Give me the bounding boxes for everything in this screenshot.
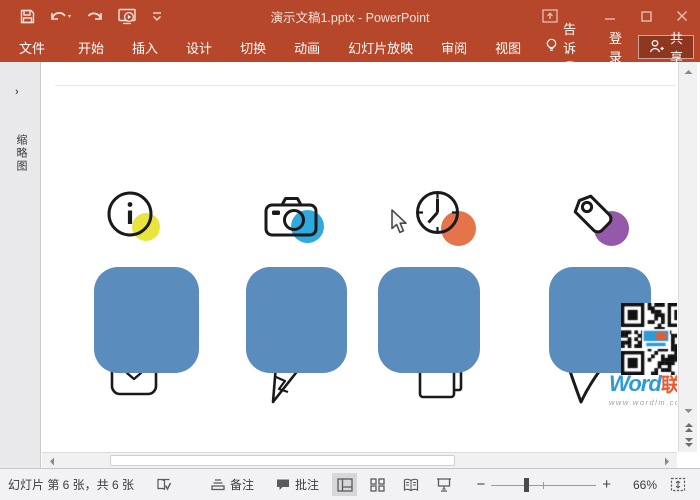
- tag-icon[interactable]: [569, 190, 621, 242]
- tab-review[interactable]: 审阅: [427, 32, 481, 62]
- horizontal-scroll-thumb[interactable]: [110, 455, 455, 466]
- expand-chevron-icon[interactable]: ›: [15, 86, 19, 98]
- save-icon[interactable]: [20, 9, 35, 24]
- notes-button[interactable]: 备注: [211, 476, 254, 493]
- present-from-start-icon[interactable]: [118, 8, 138, 25]
- horizontal-scrollbar[interactable]: [42, 452, 677, 468]
- tab-slideshow[interactable]: 幻灯片放映: [334, 32, 427, 62]
- view-sorter-button[interactable]: [365, 473, 390, 496]
- status-left: 幻灯片 第 6 张，共 6 张 备注 批注: [8, 476, 319, 493]
- zoom-out-icon[interactable]: −: [470, 476, 491, 493]
- previous-slide-icon[interactable]: [680, 420, 697, 435]
- zoom-slider-thumb[interactable]: [524, 478, 529, 492]
- qr-code: [621, 303, 677, 375]
- tab-animations[interactable]: 动画: [280, 32, 334, 62]
- proofing-book-icon: [156, 477, 171, 492]
- camera-icon[interactable]: [263, 194, 319, 238]
- undo-icon[interactable]: [49, 9, 73, 24]
- comments-icon: [276, 478, 290, 491]
- watermark-brand: Word联盟 www.wordlm.com: [609, 370, 677, 407]
- quick-access-toolbar: [20, 8, 162, 25]
- tab-view[interactable]: 视图: [481, 32, 535, 62]
- share-label: 共享: [670, 28, 683, 66]
- comments-button[interactable]: 批注: [276, 476, 319, 493]
- view-slideshow-button[interactable]: [431, 473, 456, 496]
- zoom-slider-midtick: [543, 482, 544, 489]
- cursor-arrow-icon: [390, 209, 408, 235]
- brand-word: Word: [609, 371, 661, 396]
- blue-card-3[interactable]: [378, 267, 480, 373]
- tab-transitions[interactable]: 切换: [226, 32, 280, 62]
- partially-hidden-icons: [42, 62, 677, 452]
- status-bar: 幻灯片 第 6 张，共 6 张 备注 批注: [0, 468, 700, 500]
- tell-me-box[interactable]: 告诉我...: [535, 32, 597, 62]
- clock-icon[interactable]: [414, 189, 461, 236]
- powerpoint-window: 演示文稿1.pptx - PowerPoint 文件 开始 插入 设计 切换 动…: [0, 0, 700, 500]
- redo-icon[interactable]: [87, 9, 104, 24]
- vertical-scrollbar[interactable]: [678, 62, 697, 452]
- next-slide-icon[interactable]: [680, 435, 697, 450]
- ribbon-tab-row: 文件 开始 插入 设计 切换 动画 幻灯片放映 审阅 视图 告诉我... 登录 …: [0, 32, 700, 62]
- speech-tail-icon: [569, 368, 601, 402]
- scroll-up-icon[interactable]: [680, 64, 697, 79]
- thumbnail-panel-label: 缩略图: [13, 134, 29, 173]
- scroll-left-icon[interactable]: [44, 454, 60, 468]
- notes-icon: [211, 478, 225, 491]
- tab-design[interactable]: 设计: [172, 32, 226, 62]
- slide-canvas[interactable]: Word联盟 www.wordlm.com: [42, 62, 677, 452]
- zoom-slider[interactable]: [491, 478, 596, 492]
- proofing-status[interactable]: [156, 477, 171, 492]
- thumbnail-panel-collapsed[interactable]: › 缩略图: [0, 62, 41, 468]
- comments-label: 批注: [295, 476, 319, 493]
- scroll-down-icon[interactable]: [680, 403, 697, 418]
- tab-home[interactable]: 开始: [64, 32, 118, 62]
- tab-file[interactable]: 文件: [0, 32, 64, 62]
- share-button[interactable]: 共享: [638, 35, 694, 59]
- brand-league: 联盟: [661, 375, 677, 396]
- brand-url: www.wordlm.com: [609, 398, 677, 407]
- blue-card-1[interactable]: [94, 267, 199, 373]
- info-icon[interactable]: [106, 190, 154, 238]
- blue-card-2[interactable]: [246, 267, 347, 373]
- zoom-in-icon[interactable]: +: [596, 476, 617, 493]
- sign-in-button[interactable]: 登录: [597, 28, 636, 66]
- fit-to-window-icon[interactable]: [665, 473, 690, 496]
- slide-indicator: 幻灯片 第 6 张，共 6 张: [8, 476, 134, 493]
- share-person-icon: [649, 39, 664, 56]
- view-reading-button[interactable]: [398, 473, 423, 496]
- zoom-level[interactable]: 66%: [627, 478, 657, 492]
- scroll-right-icon[interactable]: [659, 454, 675, 468]
- tab-insert[interactable]: 插入: [118, 32, 172, 62]
- notes-label: 备注: [230, 476, 254, 493]
- status-right: − + 66%: [332, 473, 690, 496]
- view-normal-button[interactable]: [332, 473, 357, 496]
- title-bar: 演示文稿1.pptx - PowerPoint: [0, 0, 700, 32]
- qat-more-icon[interactable]: [152, 11, 162, 22]
- lightbulb-icon: [545, 38, 558, 56]
